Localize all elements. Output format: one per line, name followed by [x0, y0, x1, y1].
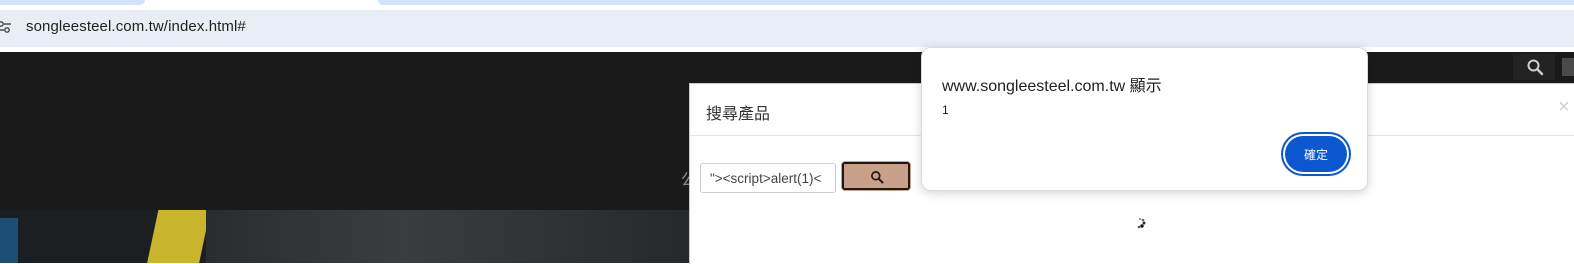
search-icon — [871, 171, 884, 184]
header-menu-edge[interactable] — [1562, 58, 1574, 76]
ok-button[interactable]: 確定 — [1285, 136, 1347, 172]
close-icon[interactable]: × — [1558, 96, 1570, 119]
url-text[interactable]: songleesteel.com.tw/index.html# — [26, 18, 246, 35]
modal-title: 搜尋產品 — [706, 106, 771, 123]
search-submit-button[interactable] — [842, 162, 910, 190]
hero-image — [0, 210, 690, 263]
alert-message: 1 — [942, 103, 949, 117]
spinner-icon — [1137, 217, 1146, 229]
header-search-button[interactable] — [1513, 54, 1555, 80]
tab[interactable] — [0, 0, 145, 5]
alert-dialog: www.songleesteel.com.tw 顯示 1 確定 — [921, 47, 1368, 191]
search-input[interactable] — [700, 163, 836, 193]
tab[interactable] — [378, 0, 1574, 5]
tab-strip — [0, 0, 1574, 10]
alert-title: www.songleesteel.com.tw 顯示 — [942, 78, 1162, 95]
search-icon — [1527, 59, 1544, 76]
tune-icon[interactable] — [0, 20, 11, 34]
